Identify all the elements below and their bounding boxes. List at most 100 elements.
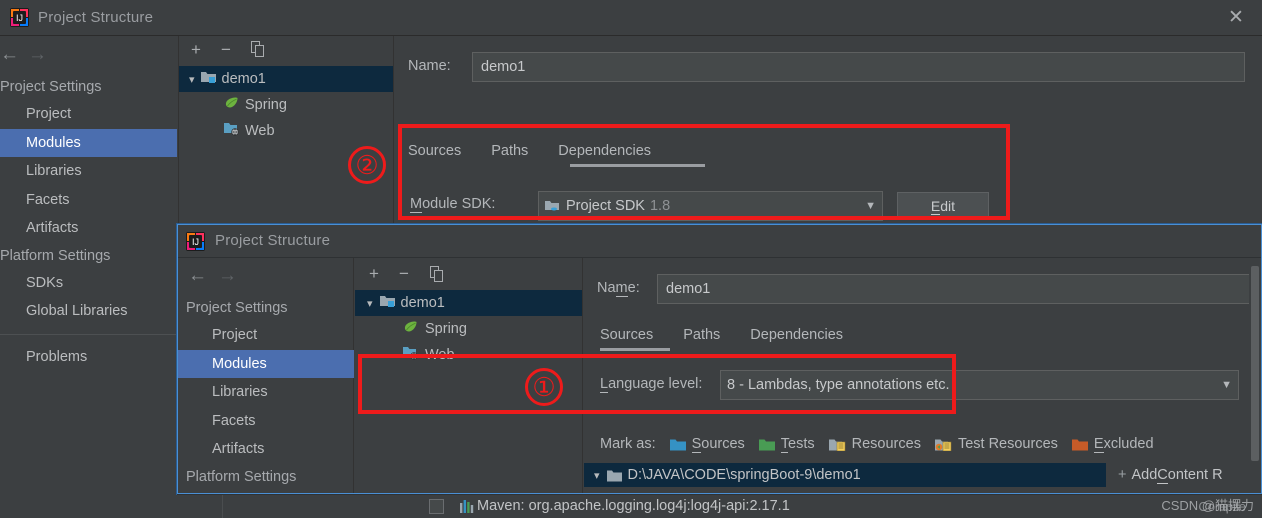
module-sdk-version: 1.8 bbox=[649, 198, 671, 214]
tab-paths[interactable]: Paths bbox=[491, 143, 528, 159]
chevron-down-icon[interactable]: ▾ bbox=[189, 73, 195, 86]
edit-sdk-button[interactable]: Edit bbox=[897, 192, 989, 220]
web-module-icon bbox=[224, 122, 239, 140]
mark-as-tests[interactable]: Tests bbox=[780, 436, 815, 453]
mark-as-test-resources[interactable]: Test Resources bbox=[958, 436, 1058, 452]
front-sidebar-group-project-settings: Project Settings bbox=[186, 300, 288, 316]
front-window-titlebar: IJ Project Structure bbox=[178, 225, 1261, 258]
status-item-text: Maven: org.apache.logging.log4j:log4j-ap… bbox=[477, 498, 790, 514]
content-root-row[interactable]: ▾ D:\JAVA\CODE\springBoot-9\demo1 bbox=[584, 463, 1106, 487]
front-sidebar-group-platform-settings: Platform Settings bbox=[186, 468, 297, 485]
language-level-combobox[interactable]: 8 - Lambdas, type annotations etc. ▼ bbox=[720, 370, 1239, 400]
tree-row[interactable]: Web bbox=[355, 342, 582, 368]
tree-row[interactable]: Spring bbox=[355, 316, 582, 342]
svg-text:IJ: IJ bbox=[16, 13, 23, 23]
sidebar-item-libraries[interactable]: Libraries bbox=[178, 378, 354, 407]
nav-back-icon[interactable]: ← bbox=[0, 44, 19, 66]
back-window-titlebar: IJ Project Structure ✕ bbox=[0, 0, 1262, 36]
remove-module-button[interactable]: − bbox=[399, 264, 409, 284]
tests-folder-icon[interactable] bbox=[758, 438, 775, 451]
copy-icon[interactable] bbox=[251, 41, 266, 62]
tab-dependencies[interactable]: Dependencies bbox=[750, 327, 843, 343]
nav-back-icon[interactable]: ← bbox=[188, 265, 207, 287]
status-checkbox[interactable] bbox=[429, 499, 444, 514]
svg-text:IJ: IJ bbox=[192, 237, 199, 247]
sidebar-item-artifacts[interactable]: Artifacts bbox=[0, 214, 177, 243]
mark-as-sources[interactable]: Sources bbox=[691, 436, 745, 453]
tree-row[interactable]: ▾ demo1 bbox=[179, 66, 393, 92]
test-resources-folder-icon[interactable] bbox=[934, 438, 952, 451]
chevron-down-icon[interactable]: ▾ bbox=[594, 469, 600, 482]
chevron-down-icon[interactable]: ▾ bbox=[367, 297, 373, 310]
front-name-label: Name: bbox=[597, 280, 640, 297]
excluded-folder-icon[interactable] bbox=[1071, 438, 1088, 451]
tab-paths[interactable]: Paths bbox=[683, 327, 720, 343]
copy-icon[interactable] bbox=[430, 266, 445, 287]
back-name-input[interactable]: demo1 bbox=[472, 52, 1245, 82]
tab-sources[interactable]: Sources bbox=[408, 143, 461, 159]
module-sdk-combobox[interactable]: Project SDK 1.8 ▼ bbox=[538, 191, 883, 221]
nav-forward-icon[interactable]: → bbox=[218, 265, 237, 287]
front-nav-arrows: ← → bbox=[178, 265, 354, 291]
add-content-root-button[interactable]: + Add Content R bbox=[1106, 463, 1261, 487]
add-module-button[interactable]: + bbox=[191, 40, 201, 60]
tab-dependencies[interactable]: Dependencies bbox=[558, 143, 651, 159]
sidebar-item-global-libraries[interactable]: Global Libraries bbox=[0, 297, 177, 326]
tree-row[interactable]: ▾ demo1 bbox=[355, 290, 582, 316]
content-root-path: D:\JAVA\CODE\springBoot-9\demo1 bbox=[627, 467, 861, 483]
sidebar-item-artifacts[interactable]: Artifacts bbox=[178, 435, 354, 464]
web-module-icon bbox=[403, 346, 418, 364]
add-module-button[interactable]: + bbox=[369, 264, 379, 284]
tree-row-label: demo1 bbox=[400, 295, 445, 311]
detail-scrollbar-thumb[interactable] bbox=[1251, 266, 1259, 461]
sidebar-item-facets[interactable]: Facets bbox=[0, 186, 177, 215]
status-bar: Maven: org.apache.logging.log4j:log4j-ap… bbox=[177, 494, 1262, 518]
resources-folder-icon[interactable] bbox=[828, 438, 846, 451]
chevron-down-icon[interactable]: ▼ bbox=[1221, 379, 1232, 391]
sidebar-item-libraries[interactable]: Libraries bbox=[0, 157, 177, 186]
mark-as-excluded[interactable]: Excluded bbox=[1093, 436, 1154, 453]
sidebar-item-modules[interactable]: Modules bbox=[178, 349, 354, 378]
back-sidebar: ← → Project Settings Project Modules Lib… bbox=[0, 36, 177, 518]
sidebar-item-facets[interactable]: Facets bbox=[178, 407, 354, 436]
sidebar-item-modules[interactable]: Modules bbox=[0, 128, 177, 157]
back-tree-toolbar: + − bbox=[179, 36, 393, 66]
back-window-title: Project Structure bbox=[38, 9, 154, 26]
tree-row-label: demo1 bbox=[221, 71, 266, 87]
mark-as-row: Mark as: Sources Tests Resources Test Re… bbox=[600, 436, 1154, 453]
module-sdk-label: Module SDK: bbox=[410, 196, 496, 213]
mark-as-label: Mark as: bbox=[600, 436, 656, 452]
sidebar-item-project[interactable]: Project bbox=[178, 321, 354, 350]
intellij-idea-icon: IJ bbox=[186, 232, 205, 251]
front-detail-panel: Name: demo1 Sources Paths Dependencies L… bbox=[584, 258, 1261, 493]
sidebar-item-project[interactable]: Project bbox=[0, 100, 177, 129]
front-tabs: Sources Paths Dependencies bbox=[600, 327, 843, 343]
jdk-folder-icon bbox=[545, 199, 560, 213]
front-tree-toolbar: + − bbox=[355, 258, 582, 290]
close-icon[interactable]: ✕ bbox=[1224, 7, 1248, 29]
remove-module-button[interactable]: − bbox=[221, 40, 231, 60]
sources-folder-icon[interactable] bbox=[669, 438, 686, 451]
folder-icon bbox=[606, 469, 622, 482]
module-sdk-value: Project SDK bbox=[566, 198, 645, 214]
sidebar-item-sdks[interactable]: SDKs bbox=[0, 269, 177, 298]
front-project-structure-window: IJ Project Structure ← → Project Setting… bbox=[177, 224, 1262, 494]
front-name-input[interactable]: demo1 bbox=[657, 274, 1253, 304]
sidebar-item-problems[interactable]: Problems bbox=[0, 343, 177, 372]
status-left-spacer bbox=[177, 495, 223, 518]
back-sidebar-group-project-settings: Project Settings bbox=[0, 79, 102, 95]
detail-scrollbar-track[interactable] bbox=[1249, 258, 1261, 493]
tree-row[interactable]: Spring bbox=[179, 92, 393, 118]
spring-leaf-icon bbox=[224, 96, 239, 114]
back-selected-tab-underline bbox=[570, 164, 705, 167]
tree-row[interactable]: Web bbox=[179, 118, 393, 144]
module-folder-icon bbox=[200, 70, 216, 88]
chevron-down-icon[interactable]: ▼ bbox=[865, 200, 876, 212]
nav-forward-icon[interactable]: → bbox=[28, 44, 47, 66]
mark-as-resources[interactable]: Resources bbox=[852, 436, 921, 452]
tab-sources[interactable]: Sources bbox=[600, 327, 653, 343]
watermark: CSDN @猫摆力 bbox=[1161, 498, 1254, 513]
spring-leaf-icon bbox=[403, 320, 418, 338]
language-level-label: Language level: bbox=[600, 376, 703, 393]
maven-bars-icon bbox=[460, 499, 475, 514]
